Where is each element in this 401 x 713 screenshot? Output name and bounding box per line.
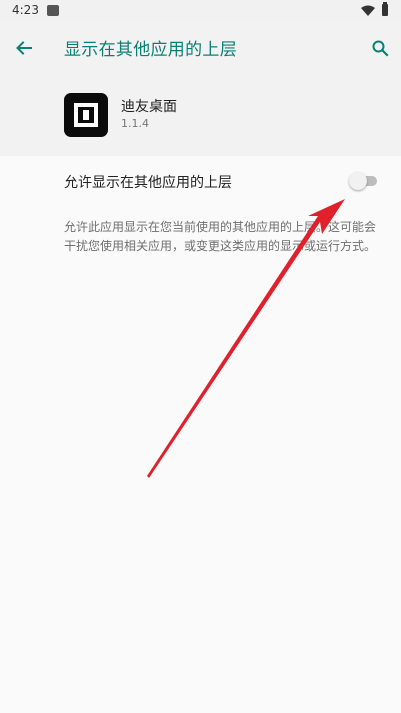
app-name: 迪友桌面 — [121, 99, 177, 115]
app-header: 迪友桌面 1.1.4 — [0, 74, 401, 156]
status-bar: 4:23 — [0, 0, 401, 22]
app-bar: 显示在其他应用的上层 — [0, 22, 401, 74]
status-time: 4:23 — [12, 3, 39, 17]
battery-icon — [382, 2, 388, 16]
wifi-icon — [361, 5, 375, 16]
back-button[interactable] — [10, 34, 38, 62]
search-button[interactable] — [366, 34, 394, 62]
toggle-thumb — [349, 172, 367, 190]
arrow-back-icon — [16, 41, 32, 55]
allow-overlay-toggle[interactable] — [349, 172, 377, 190]
app-logo-icon — [64, 93, 108, 137]
page-title: 显示在其他应用的上层 — [64, 40, 237, 60]
setting-description: 允许此应用显示在您当前使用的其他应用的上层。这可能会干扰您使用相关应用，或变更这… — [64, 220, 377, 253]
notification-icon — [47, 5, 59, 16]
setting-label: 允许显示在其他应用的上层 — [64, 175, 232, 191]
app-version: 1.1.4 — [121, 117, 149, 130]
allow-overlay-setting-row[interactable]: 允许显示在其他应用的上层 — [0, 156, 401, 206]
search-icon — [372, 40, 389, 57]
